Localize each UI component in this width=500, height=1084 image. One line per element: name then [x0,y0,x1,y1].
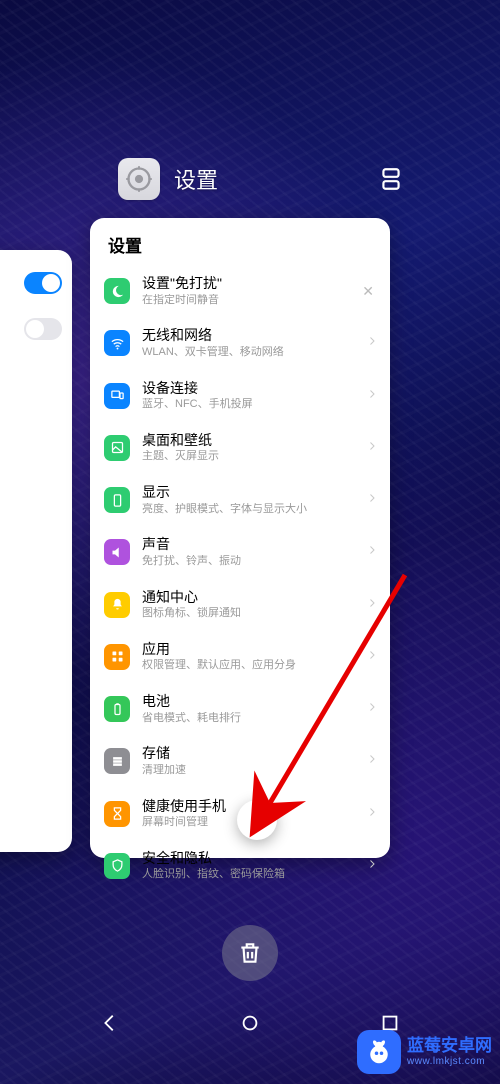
settings-row-battery[interactable]: 电池 省电模式、耗电排行 [90,683,390,735]
settings-row-text: 设置"免打扰" 在指定时间静音 [142,275,358,307]
chevron-right-icon [366,334,378,352]
chevron-right-icon [366,543,378,561]
settings-row-text: 桌面和壁纸 主题、灭屏显示 [142,432,362,464]
toggle-row [0,272,72,294]
toggle-row [0,318,72,340]
recents-card-settings[interactable]: 设置 设置"免打扰" 在指定时间静音 ✕ 无线和网络 WLAN、双卡管理、移动网… [90,218,390,858]
settings-row-display[interactable]: 显示 亮度、护眼模式、字体与显示大小 [90,474,390,526]
battery-icon [104,696,130,722]
settings-page-title: 设置 [90,232,390,265]
settings-row-dnd[interactable]: 设置"免打扰" 在指定时间静音 ✕ [90,265,390,317]
settings-row-text: 应用 权限管理、默认应用、应用分身 [142,641,362,673]
watermark-text: 蓝莓安卓网 www.lmkjst.com [407,1037,492,1067]
recents-app-title: 设置 [174,163,218,195]
settings-row-text: 安全和隐私 人脸识别、指纹、密码保险箱 [142,850,362,882]
hourglass-icon [104,801,130,827]
chevron-right-icon [366,596,378,614]
shield-icon [104,853,130,879]
nav-home-button[interactable] [239,1012,261,1039]
settings-row-text: 存储 清理加速 [142,745,362,777]
chevron-right-icon [366,439,378,457]
sound-icon [104,539,130,565]
settings-row-text: 无线和网络 WLAN、双卡管理、移动网络 [142,327,362,359]
settings-row-network[interactable]: 无线和网络 WLAN、双卡管理、移动网络 [90,317,390,369]
pin-app-button[interactable] [237,800,277,840]
chevron-right-icon [366,857,378,875]
settings-row-storage[interactable]: 存储 清理加速 [90,735,390,787]
chevron-right-icon [366,700,378,718]
settings-row-text: 通知中心 图标角标、锁屏通知 [142,589,362,621]
recents-card-previous[interactable] [0,250,72,852]
recents-app-header: 设置 [118,158,460,200]
watermark: 蓝莓安卓网 www.lmkjst.com [357,1030,492,1074]
settings-row-text: 声音 免打扰、铃声、振动 [142,536,362,568]
device-icon [104,383,130,409]
apps-icon [104,644,130,670]
settings-app-icon[interactable] [118,158,160,200]
clear-all-button[interactable] [222,925,278,981]
settings-row-notifications[interactable]: 通知中心 图标角标、锁屏通知 [90,579,390,631]
moon-icon [104,278,130,304]
settings-row-text: 电池 省电模式、耗电排行 [142,693,362,725]
toggle-switch-off[interactable] [24,318,62,340]
chevron-right-icon [366,648,378,666]
chevron-right-icon [366,387,378,405]
settings-row-text: 显示 亮度、护眼模式、字体与显示大小 [142,484,362,516]
wallpaper-icon [104,435,130,461]
toggle-switch-on[interactable] [24,272,62,294]
wifi-icon [104,330,130,356]
watermark-logo-icon [357,1030,401,1074]
chevron-right-icon [366,805,378,823]
settings-row-text: 设备连接 蓝牙、NFC、手机投屏 [142,380,362,412]
storage-icon [104,748,130,774]
settings-row-sound[interactable]: 声音 免打扰、铃声、振动 [90,526,390,578]
settings-row-wallpaper[interactable]: 桌面和壁纸 主题、灭屏显示 [90,422,390,474]
display-icon [104,487,130,513]
chevron-right-icon [366,491,378,509]
bell-icon [104,592,130,618]
close-icon[interactable]: ✕ [358,283,378,300]
chevron-right-icon [366,752,378,770]
settings-row-apps[interactable]: 应用 权限管理、默认应用、应用分身 [90,631,390,683]
settings-row-security[interactable]: 安全和隐私 人脸识别、指纹、密码保险箱 [90,840,390,892]
nav-back-button[interactable] [99,1012,121,1039]
recents-layout-toggle-icon[interactable] [378,166,404,192]
settings-row-device-connect[interactable]: 设备连接 蓝牙、NFC、手机投屏 [90,370,390,422]
